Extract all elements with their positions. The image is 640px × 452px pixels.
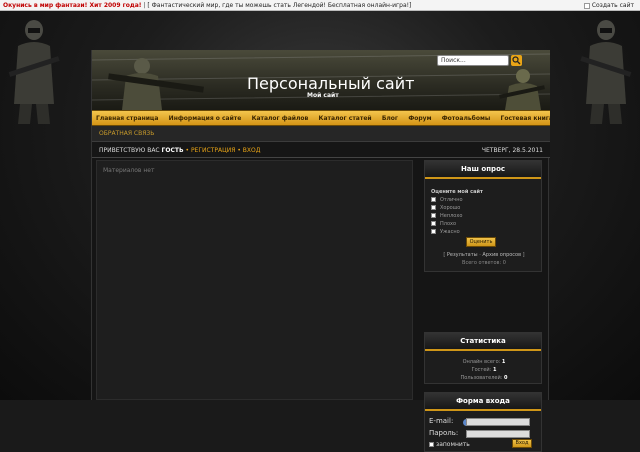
poll-block: Наш опрос Оцените мой сайт Отлично Хорош… bbox=[424, 160, 542, 272]
stats-online-value: 1 bbox=[501, 359, 506, 365]
bracket-open: [ bbox=[443, 252, 446, 258]
stats-users: Пользователей: 0 bbox=[425, 375, 543, 381]
nav-item-articles[interactable]: Каталог статей bbox=[315, 111, 376, 125]
poll-archive-link[interactable]: Архив опросов bbox=[482, 252, 521, 258]
poll-option[interactable]: Плохо bbox=[431, 221, 456, 227]
bullet-2: • bbox=[237, 147, 241, 154]
nav-item-files[interactable]: Каталог файлов bbox=[248, 111, 313, 125]
search-icon bbox=[512, 56, 521, 65]
feedback-link[interactable]: Обратная связь bbox=[99, 130, 154, 137]
poll-option[interactable]: Отлично bbox=[431, 197, 463, 203]
nav-item-about[interactable]: Информация о сайте bbox=[165, 111, 246, 125]
stats-title: Статистика bbox=[425, 333, 541, 351]
main-nav: Главная страница Информация о сайте Ката… bbox=[92, 110, 550, 126]
login-block: Форма входа E-mail: i Пароль: запомнить … bbox=[424, 392, 542, 452]
login-button[interactable]: Вход bbox=[512, 439, 532, 448]
create-site-label: Создать сайт bbox=[591, 2, 634, 9]
stats-users-label: Пользователей: bbox=[460, 375, 503, 381]
email-field[interactable] bbox=[466, 418, 530, 426]
main-content: Материалов нет bbox=[96, 160, 413, 400]
site-subtitle: Мой сайт bbox=[307, 92, 339, 99]
vote-button[interactable]: Оценить bbox=[466, 237, 496, 247]
poll-option[interactable]: Неплохо bbox=[431, 213, 462, 219]
right-soldier-image bbox=[580, 20, 632, 124]
nav-item-home[interactable]: Главная страница bbox=[92, 111, 162, 125]
greeting-label: Приветствую Вас bbox=[99, 147, 160, 154]
stats-guests: Гостей: 1 bbox=[425, 367, 543, 373]
welcome-text: Приветствую Вас Гость • Регистрация • Вх… bbox=[99, 147, 260, 154]
poll-total-value: 0 bbox=[502, 260, 506, 266]
top-ad-bar: Окунись в мир фантази! Хит 2009 года! | … bbox=[0, 0, 640, 11]
topbar-separator: | bbox=[143, 2, 146, 9]
radio-icon[interactable] bbox=[431, 205, 436, 210]
welcome-bar: Приветствую Вас Гость • Регистрация • Вх… bbox=[92, 142, 550, 158]
stats-online: Онлайн всего: 1 bbox=[425, 359, 543, 365]
poll-option-label: Неплохо bbox=[440, 213, 463, 219]
poll-links-separator: · bbox=[479, 252, 481, 258]
poll-option-label: Отлично bbox=[440, 197, 463, 203]
nav-item-forum[interactable]: Форум bbox=[404, 111, 435, 125]
poll-results-link[interactable]: Результаты bbox=[447, 252, 478, 258]
radio-icon[interactable] bbox=[431, 197, 436, 202]
poll-option-label: Хорошо bbox=[440, 205, 461, 211]
stats-users-value: 0 bbox=[504, 375, 508, 381]
site-header: Персональный сайт Мой сайт Поиск... bbox=[92, 50, 550, 110]
poll-total-label: Всего ответов: bbox=[462, 260, 502, 266]
header-soldier-image bbox=[108, 58, 204, 110]
login-link[interactable]: Вход bbox=[243, 147, 261, 154]
bullet-1: • bbox=[185, 147, 190, 154]
poll-option-label: Ужасно bbox=[440, 229, 460, 235]
bracket-close: ] bbox=[522, 252, 525, 258]
poll-option-label: Плохо bbox=[440, 221, 457, 227]
login-title: Форма входа bbox=[425, 393, 541, 411]
sub-nav: Обратная связь bbox=[92, 126, 550, 142]
checkbox-icon[interactable] bbox=[429, 442, 434, 447]
stats-guests-value: 1 bbox=[492, 367, 497, 373]
username: Гость bbox=[161, 147, 184, 154]
ad-link[interactable]: [ Фантастический мир, где ты можешь стат… bbox=[147, 2, 411, 9]
create-site-button[interactable]: Создать сайт bbox=[581, 1, 637, 10]
stats-guests-label: Гостей: bbox=[471, 367, 492, 373]
poll-option[interactable]: Ужасно bbox=[431, 229, 460, 235]
password-label: Пароль: bbox=[429, 429, 459, 437]
left-soldier-image bbox=[8, 20, 60, 124]
nav-item-guestbook[interactable]: Гостевая книга bbox=[497, 111, 550, 125]
create-site-icon bbox=[583, 2, 590, 9]
site-wrapper: Персональный сайт Мой сайт Поиск... Глав… bbox=[91, 50, 550, 452]
nav-item-photos[interactable]: Фотоальбомы bbox=[438, 111, 495, 125]
register-link[interactable]: Регистрация bbox=[191, 147, 235, 154]
sidebar: Наш опрос Оцените мой сайт Отлично Хорош… bbox=[424, 160, 542, 452]
stats-online-label: Онлайн всего: bbox=[462, 359, 501, 365]
poll-links: [ Результаты · Архив опросов ] bbox=[425, 252, 543, 258]
promo-link[interactable]: Окунись в мир фантази! Хит 2009 года! bbox=[3, 2, 142, 9]
poll-question: Оцените мой сайт bbox=[431, 189, 483, 195]
poll-title: Наш опрос bbox=[425, 161, 541, 179]
remember-me[interactable]: запомнить bbox=[429, 441, 470, 448]
remember-label: запомнить bbox=[436, 441, 470, 448]
empty-message: Материалов нет bbox=[103, 167, 155, 174]
password-field[interactable] bbox=[466, 430, 530, 438]
radio-icon[interactable] bbox=[431, 213, 436, 218]
header-soldier-right-image bbox=[499, 69, 545, 110]
site-title: Персональный сайт bbox=[247, 74, 415, 93]
email-label: E-mail: bbox=[429, 417, 454, 425]
poll-total: Всего ответов: 0 bbox=[425, 260, 543, 266]
search-button[interactable] bbox=[511, 55, 522, 66]
current-date: Четверг, 28.5.2011 bbox=[481, 147, 543, 154]
radio-icon[interactable] bbox=[431, 221, 436, 226]
search-input[interactable]: Поиск... bbox=[437, 55, 509, 66]
poll-option[interactable]: Хорошо bbox=[431, 205, 460, 211]
nav-item-blog[interactable]: Блог bbox=[378, 111, 402, 125]
stats-block: Статистика Онлайн всего: 1 Гостей: 1 Пол… bbox=[424, 332, 542, 384]
radio-icon[interactable] bbox=[431, 229, 436, 234]
